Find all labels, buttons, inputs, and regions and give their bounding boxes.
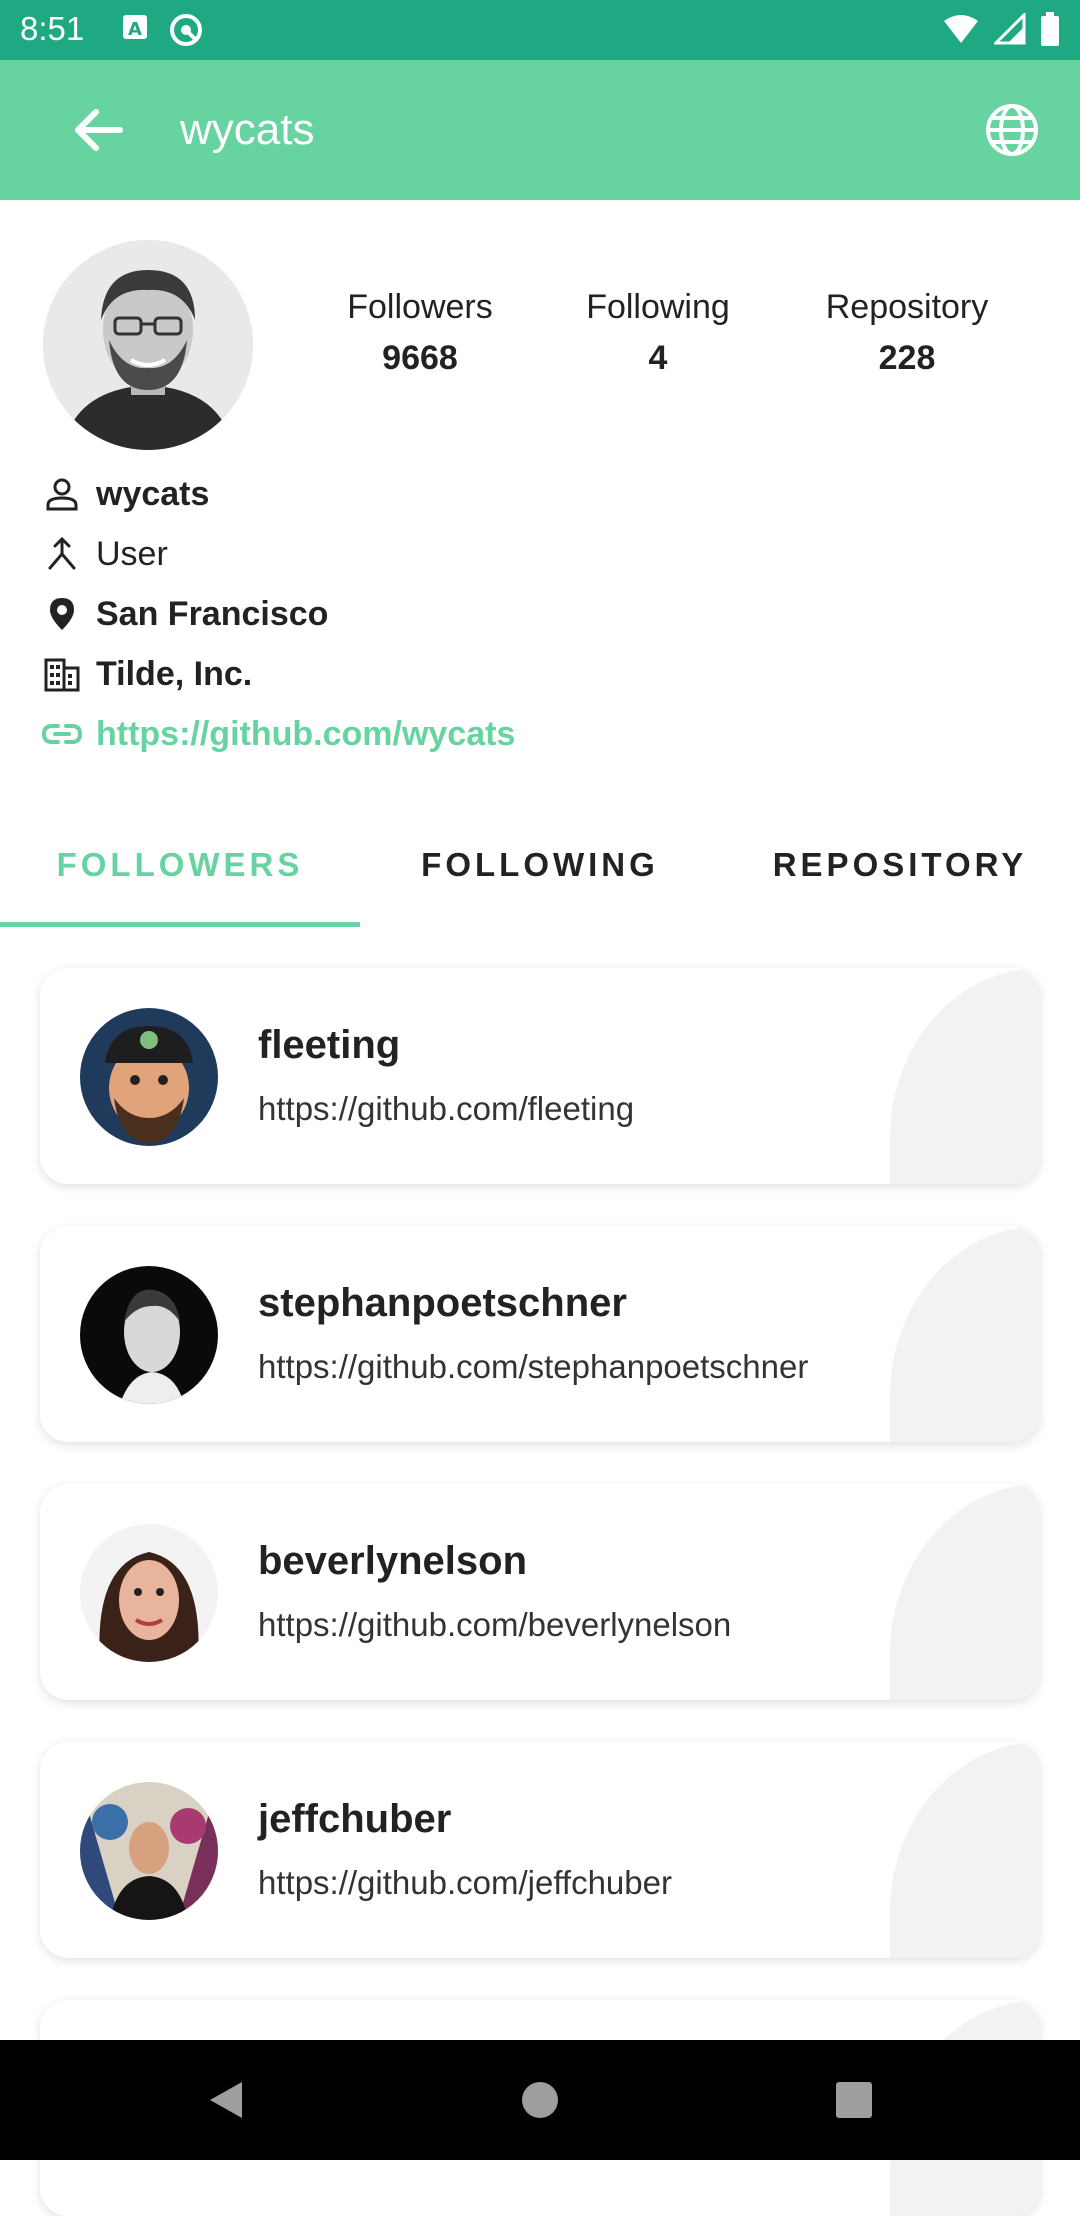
followers-stat-label: Followers <box>347 288 493 326</box>
location-text: San Francisco <box>96 594 329 633</box>
following-stat-value: 4 <box>648 339 668 377</box>
status-bar: 8:51 A <box>0 0 1080 60</box>
follower-avatar <box>80 1266 218 1404</box>
profile-avatar <box>43 240 253 450</box>
follower-card[interactable]: jeffchuber https://github.com/jeffchuber <box>40 1742 1040 1958</box>
tab-repository[interactable]: REPOSITORY <box>720 800 1080 930</box>
account-type-row: User <box>42 530 168 578</box>
system-navigation-bar <box>0 2040 1080 2160</box>
profile-link[interactable]: https://github.com/wycats <box>96 715 515 754</box>
arrow-back-icon <box>75 109 123 151</box>
repository-stat-value: 228 <box>878 339 936 377</box>
follower-name: stephanpoetschner <box>258 1281 627 1325</box>
follower-name: jeffchuber <box>258 1797 452 1841</box>
battery-icon <box>1041 12 1059 46</box>
merge-icon <box>42 534 82 574</box>
card-decoration <box>890 968 1040 1184</box>
tab-followers[interactable]: FOLLOWERS <box>0 800 360 930</box>
app-bar: wycats <box>0 60 1080 200</box>
following-stat: Following 4 <box>578 288 738 378</box>
nav-recents-icon[interactable] <box>832 2078 876 2122</box>
accessibility-notification-icon: A <box>123 15 147 40</box>
tab-indicator <box>0 922 360 927</box>
login-row: wycats <box>42 470 209 518</box>
repository-stat: Repository 228 <box>812 288 1002 378</box>
globe-icon <box>986 104 1038 156</box>
nav-back-icon[interactable] <box>204 2078 248 2122</box>
wifi-icon <box>944 15 978 43</box>
following-stat-label: Following <box>586 288 730 326</box>
location-pin-icon <box>42 594 82 634</box>
follower-name: beverlynelson <box>258 1539 528 1583</box>
card-decoration <box>890 1484 1040 1700</box>
profile-link-row[interactable]: https://github.com/wycats <box>42 710 515 758</box>
person-icon <box>42 474 82 514</box>
follower-url: https://github.com/fleeting <box>258 1090 635 1127</box>
follower-url: https://github.com/stephanpoetschner <box>258 1348 809 1385</box>
tab-following[interactable]: FOLLOWING <box>360 800 720 930</box>
repository-stat-label: Repository <box>825 288 989 326</box>
follower-avatar <box>80 1782 218 1920</box>
follower-url: https://github.com/beverlynelson <box>258 1606 732 1643</box>
followers-stat: Followers 9668 <box>340 288 500 378</box>
card-decoration <box>890 1226 1040 1442</box>
follower-avatar <box>80 1008 218 1146</box>
notification-icons: A <box>120 12 204 48</box>
account-type-text: User <box>96 534 168 573</box>
follower-card[interactable]: stephanpoetschner https://github.com/ste… <box>40 1226 1040 1442</box>
signal-icon <box>994 13 1026 45</box>
open-in-browser-button[interactable] <box>984 102 1040 158</box>
nav-home-icon[interactable] <box>518 2078 562 2122</box>
company-text: Tilde, Inc. <box>96 654 253 693</box>
card-decoration <box>890 1742 1040 1958</box>
building-icon <box>42 654 82 694</box>
follower-card[interactable]: beverlynelson https://github.com/beverly… <box>40 1484 1040 1700</box>
tab-bar: FOLLOWERS FOLLOWING REPOSITORY <box>0 800 1080 930</box>
status-time: 8:51 <box>20 10 85 47</box>
back-button[interactable] <box>68 100 128 160</box>
followers-stat-value: 9668 <box>382 339 458 377</box>
follower-avatar <box>80 1524 218 1662</box>
link-icon <box>42 714 82 754</box>
follower-url: https://github.com/jeffchuber <box>258 1864 672 1901</box>
location-row: San Francisco <box>42 590 328 638</box>
sync-notification-icon <box>170 14 202 46</box>
app-bar-title: wycats <box>180 105 315 154</box>
svg-text:A: A <box>128 19 142 40</box>
system-icons <box>942 12 1060 46</box>
follower-card[interactable]: fleeting https://github.com/fleeting <box>40 968 1040 1184</box>
company-row: Tilde, Inc. <box>42 650 252 698</box>
login-text: wycats <box>96 474 210 513</box>
follower-name: fleeting <box>258 1023 401 1067</box>
